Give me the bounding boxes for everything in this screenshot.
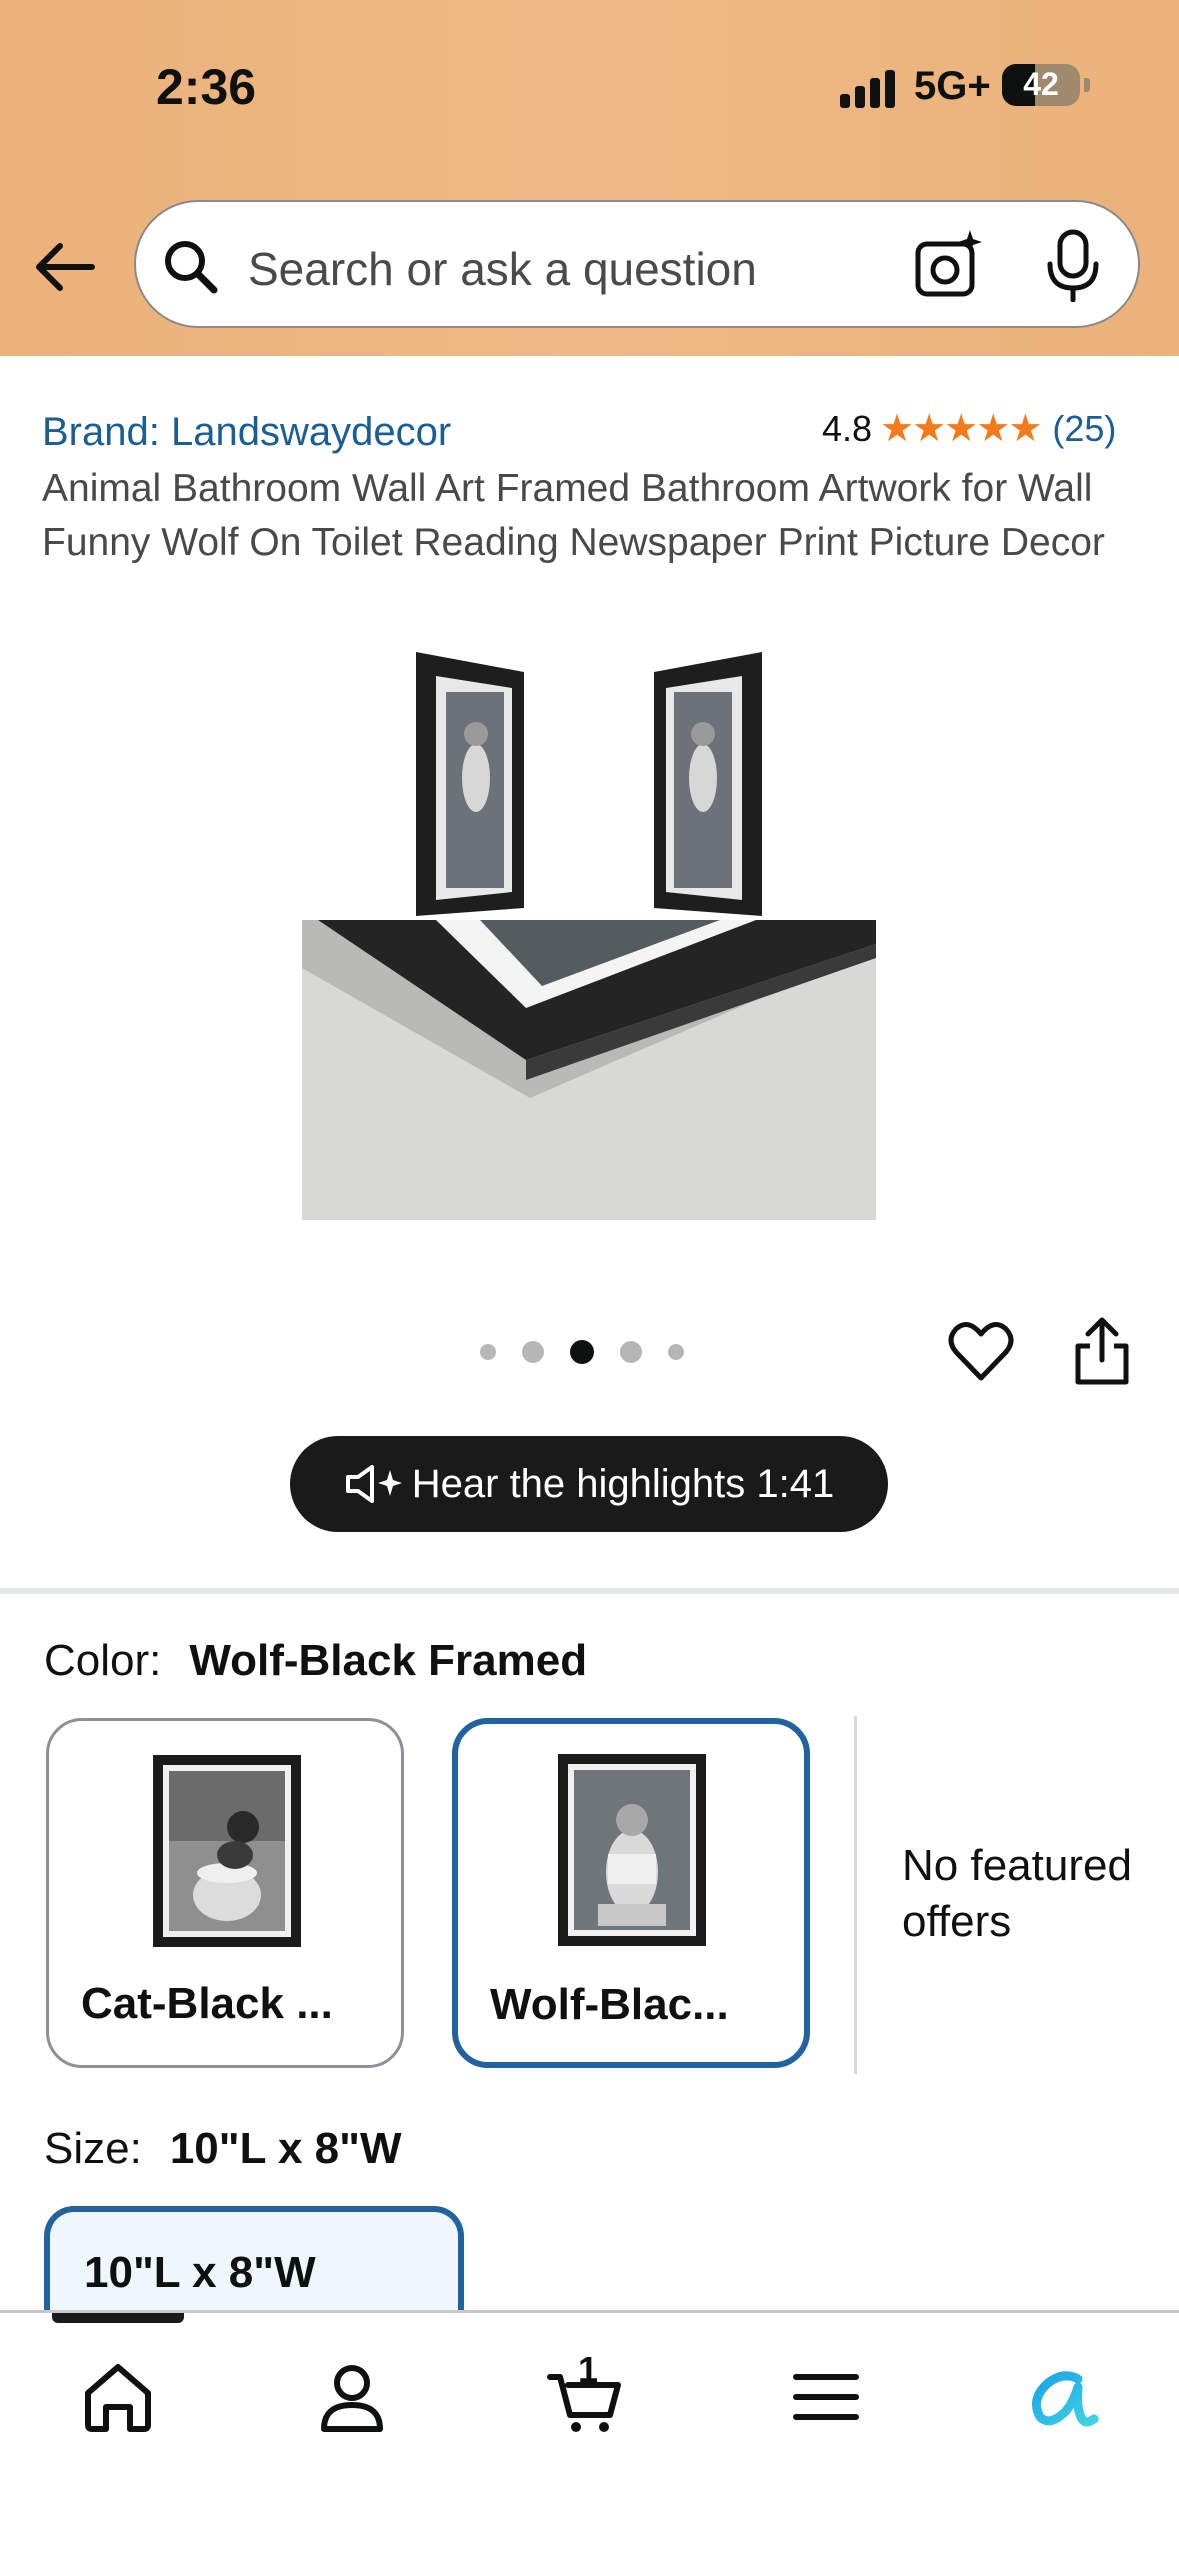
microphone-icon[interactable]: [1040, 228, 1106, 302]
cart-button[interactable]: 1: [546, 2349, 626, 2437]
vertical-divider: [854, 1716, 857, 2074]
color-option-cat[interactable]: Cat-Black ...: [46, 1718, 404, 2068]
cart-count: 1: [577, 2349, 599, 2390]
size-option-label: 10"L x 8"W: [84, 2248, 316, 2297]
no-featured-offers: No featured offers: [902, 1841, 1132, 1946]
product-image[interactable]: [300, 648, 878, 1220]
rating-summary[interactable]: 4.8 ★★★★★ (25): [822, 406, 1116, 451]
size-label: Size:: [44, 2124, 142, 2173]
rating-value: 4.8: [822, 407, 873, 449]
rufus-assistant-icon[interactable]: [1020, 2357, 1100, 2437]
product-title: Animal Bathroom Wall Art Framed Bathroom…: [42, 467, 1105, 564]
search-bar[interactable]: Search or ask a question: [134, 200, 1140, 328]
camera-search-icon[interactable]: [912, 228, 986, 302]
hear-highlights-label: Hear the highlights 1:41: [411, 1461, 835, 1506]
speaker-sparkle-icon: [345, 1465, 402, 1503]
pagination-dot[interactable]: [522, 1341, 544, 1363]
search-input[interactable]: Search or ask a question: [248, 242, 757, 296]
pagination-dot[interactable]: [620, 1341, 642, 1363]
size-selected-value: 10"L x 8"W: [169, 2124, 402, 2173]
share-icon[interactable]: [1072, 1316, 1132, 1388]
battery-level: 42: [1023, 66, 1059, 102]
account-icon[interactable]: [312, 2357, 392, 2437]
review-count[interactable]: (25): [1052, 408, 1116, 450]
menu-icon[interactable]: [786, 2357, 866, 2437]
active-tab-indicator: [52, 2313, 184, 2323]
brand-link[interactable]: Brand: Landswaydecor: [42, 410, 451, 455]
bottom-nav: 1: [0, 2310, 1179, 2556]
image-pagination[interactable]: [480, 1340, 710, 1364]
search-icon: [165, 241, 218, 294]
color-option-label: Wolf-Blac...: [490, 1980, 729, 2029]
color-label-row: Color: Wolf-Black Framed: [44, 1636, 587, 1686]
pagination-dot[interactable]: [668, 1344, 684, 1360]
hear-highlights-button[interactable]: Hear the highlights 1:41: [290, 1436, 888, 1532]
battery-icon: 42: [1002, 64, 1080, 106]
network-type: 5G+: [914, 64, 991, 108]
battery-tip: [1084, 78, 1090, 92]
signal-icon: [840, 68, 900, 108]
size-option-selected[interactable]: 10"L x 8"W: [44, 2206, 464, 2326]
status-time: 2:36: [156, 59, 257, 115]
size-label-row: Size: 10"L x 8"W: [44, 2124, 402, 2174]
top-header: 2:36 5G+ 42 Search or ask a question: [0, 0, 1179, 356]
cat-thumbnail: [153, 1755, 301, 1947]
back-arrow-icon[interactable]: [30, 232, 100, 302]
color-option-wolf-selected[interactable]: Wolf-Blac...: [452, 1718, 810, 2068]
color-label: Color:: [44, 1636, 162, 1685]
home-icon[interactable]: [78, 2357, 158, 2437]
section-divider: [0, 1588, 1179, 1594]
wolf-thumbnail: [558, 1754, 706, 1946]
color-selected-value: Wolf-Black Framed: [189, 1636, 588, 1685]
pagination-dot-active[interactable]: [570, 1340, 594, 1364]
pagination-dot[interactable]: [480, 1344, 496, 1360]
heart-icon[interactable]: [948, 1318, 1014, 1384]
star-rating-icon: ★★★★★: [880, 408, 1042, 450]
color-option-label: Cat-Black ...: [81, 1979, 333, 2028]
